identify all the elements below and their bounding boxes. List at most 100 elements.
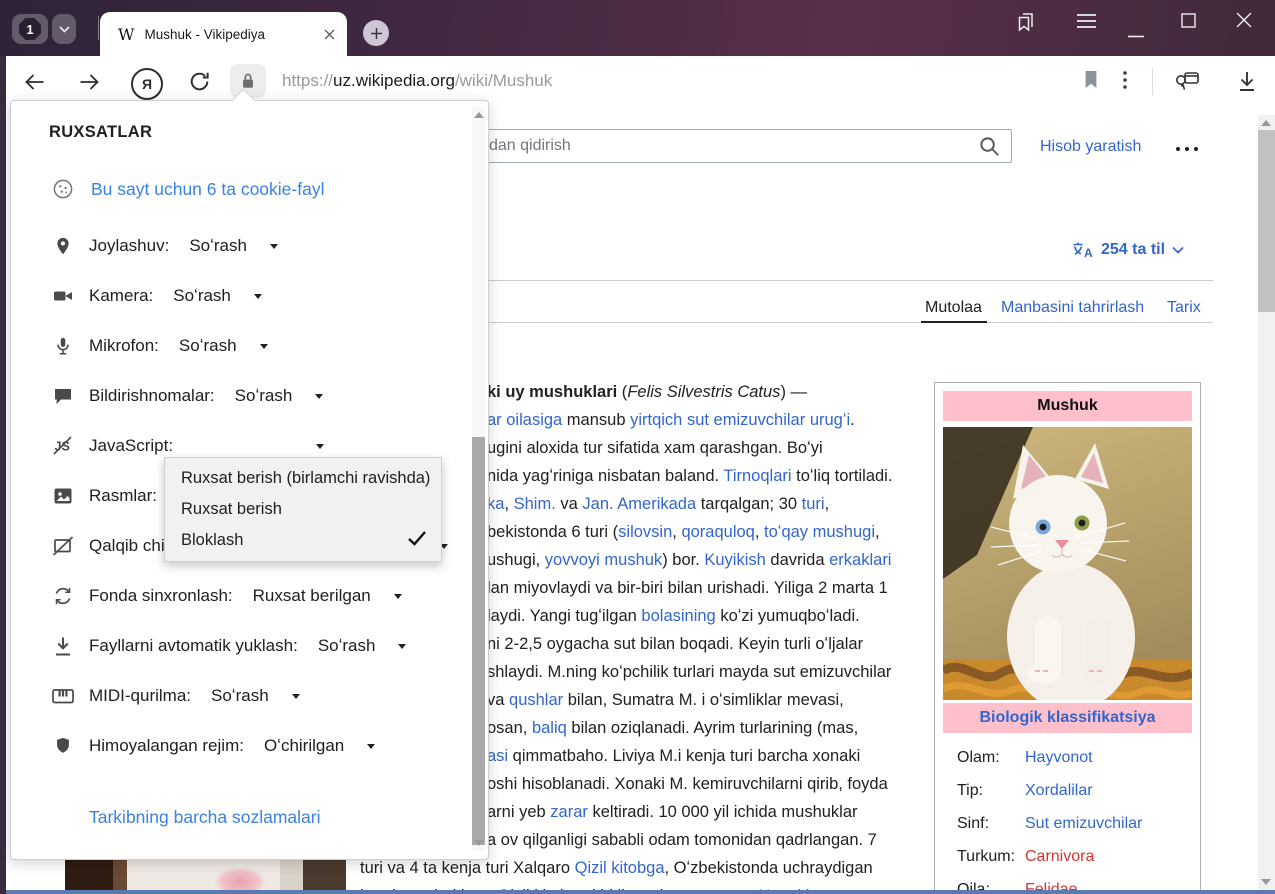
permission-value-dropdown[interactable]: Soʻrash: [179, 336, 237, 356]
classification-link[interactable]: Xordalilar: [1025, 782, 1093, 800]
panel-scrollbar[interactable]: [472, 107, 485, 851]
permission-value-dropdown[interactable]: Ruxsat berilgan: [253, 586, 371, 606]
all-content-settings-link[interactable]: Tarkibning barcha sozlamalari: [89, 807, 321, 828]
article-link[interactable]: baliq: [532, 719, 567, 737]
permission-label: Rasmlar:: [89, 486, 157, 506]
article-link[interactable]: erkaklari: [829, 551, 891, 569]
sidebar-panels-button[interactable]: [1014, 10, 1038, 39]
bookmark-page-button[interactable]: [1082, 69, 1100, 91]
wiki-tab-mutolaa[interactable]: Mutolaa: [925, 299, 982, 317]
permission-value-dropdown[interactable]: Soʻrash: [235, 386, 293, 406]
caret-down-icon[interactable]: [367, 744, 375, 749]
article-link[interactable]: ka: [487, 495, 504, 513]
tab-group-chevron-button[interactable]: [52, 14, 76, 44]
panel-scroll-down-icon[interactable]: [474, 840, 484, 846]
tab-group-control[interactable]: 1: [12, 14, 76, 44]
article-link[interactable]: qushlar: [509, 691, 563, 709]
page-scrollbar[interactable]: [1258, 115, 1275, 890]
article-link[interactable]: Tirnoqlari: [723, 467, 791, 485]
article-link[interactable]: Shim.: [514, 495, 556, 513]
article-link[interactable]: ar oilasiga: [487, 411, 562, 429]
scroll-down-arrow-icon[interactable]: [1261, 879, 1271, 885]
caret-down-icon[interactable]: [398, 644, 406, 649]
active-tab[interactable]: W Mushuk - Vikipediya: [100, 12, 347, 56]
article-text-line: nida yagʻriniga nisbatan baland. Tirnoql…: [487, 462, 892, 490]
reload-button[interactable]: [187, 69, 212, 94]
classification-link[interactable]: Carnivora: [1025, 848, 1094, 866]
address-bar-more-button[interactable]: [1122, 69, 1128, 91]
panel-scroll-up-icon[interactable]: [474, 112, 484, 118]
caret-down-icon[interactable]: [254, 294, 262, 299]
address-bar[interactable]: https://uz.wikipedia.org/wiki/Mushuk: [282, 71, 552, 91]
close-window-button[interactable]: [1236, 12, 1252, 33]
permission-label: Himoyalangan rejim:: [89, 736, 244, 756]
yandex-search-button[interactable]: Я: [131, 68, 163, 100]
article-link[interactable]: Qizil kitobga: [575, 859, 665, 877]
permission-value-dropdown[interactable]: Oʻchirilgan: [264, 736, 344, 756]
create-account-link[interactable]: Hisob yaratish: [1040, 138, 1141, 156]
article-link[interactable]: zarar: [550, 803, 588, 821]
yandex-ya-icon: Я: [142, 76, 152, 92]
wiki-tab-manbasini-tahrirlash[interactable]: Manbasini tahrirlash: [1001, 299, 1144, 317]
language-selector[interactable]: A 254 ta til: [1072, 241, 1184, 259]
article-link[interactable]: Kuyikish: [704, 551, 765, 569]
permission-row: Bildirishnomalar: Soʻrash: [51, 382, 323, 410]
caret-down-icon[interactable]: [315, 394, 323, 399]
page-scrollbar-thumb[interactable]: [1258, 130, 1275, 312]
article-link[interactable]: toʻqay mushugi: [764, 523, 875, 541]
article-text-line: laydi. Yangi tugʻilgan bolasining koʻzi …: [487, 602, 860, 630]
caret-down-icon[interactable]: [260, 344, 268, 349]
new-tab-button[interactable]: [363, 20, 389, 46]
classification-link[interactable]: Sut emizuvchilar: [1025, 815, 1142, 833]
menu-item[interactable]: Ruxsat berish (birlamchi ravishda): [165, 463, 441, 494]
forward-button[interactable]: [77, 70, 102, 94]
caret-down-icon[interactable]: [394, 594, 402, 599]
maximize-button[interactable]: [1181, 13, 1196, 33]
minimize-button[interactable]: [1128, 25, 1144, 43]
search-icon[interactable]: [978, 135, 1001, 163]
article-link[interactable]: yovvoyi mushuk: [545, 551, 662, 569]
panel-scrollbar-thumb[interactable]: [472, 437, 485, 845]
back-button[interactable]: [22, 70, 47, 94]
infobox-cat-image[interactable]: [943, 427, 1192, 700]
wiki-tab-tarix[interactable]: Tarix: [1167, 299, 1201, 317]
menu-item[interactable]: Bloklash: [165, 525, 441, 556]
browser-menu-button[interactable]: [1076, 13, 1097, 34]
tab-group-badge[interactable]: 1: [12, 14, 48, 44]
article-link[interactable]: Jan. Amerikada: [582, 495, 696, 513]
url-host: uz.wikipedia.org: [333, 71, 455, 90]
permission-label: Fonda sinxronlash:: [89, 586, 233, 606]
scroll-up-arrow-icon[interactable]: [1261, 120, 1271, 126]
bookmark-icon: [1082, 69, 1100, 91]
permission-value-dropdown[interactable]: Soʻrash: [189, 236, 247, 256]
cookies-link[interactable]: Bu sayt uchun 6 ta cookie-fayl: [91, 179, 324, 200]
background-sync-icon: [51, 584, 75, 608]
password-manager-button[interactable]: [1172, 67, 1202, 95]
article-link[interactable]: turi: [802, 495, 825, 513]
wiki-more-menu[interactable]: [1176, 147, 1198, 151]
article-link[interactable]: bolasining: [641, 607, 715, 625]
article-link[interactable]: silovsin: [618, 523, 672, 541]
permission-value-dropdown[interactable]: Soʻrash: [211, 686, 269, 706]
wiki-search-input[interactable]: dan qidirish: [400, 129, 1012, 163]
tab-close-icon[interactable]: [324, 29, 335, 40]
caret-down-icon[interactable]: [270, 244, 278, 249]
article-link[interactable]: yirtqich sut emizuvchilar urugʻi: [630, 411, 850, 429]
permission-value-dropdown[interactable]: Soʻrash: [173, 286, 231, 306]
article-image-fragment[interactable]: [65, 858, 346, 894]
article-link[interactable]: asi: [487, 747, 508, 765]
article-text-line: bekistonda 6 turi (silovsin, qoraquloq, …: [487, 518, 880, 546]
permission-value-dropdown[interactable]: Soʻrash: [318, 636, 376, 656]
menu-item[interactable]: Ruxsat berish: [165, 494, 441, 525]
downloads-button[interactable]: [1235, 69, 1259, 94]
caret-down-icon[interactable]: [316, 444, 324, 449]
classification-label: Turkum:: [957, 848, 1025, 866]
article-link[interactable]: qoraquloq: [681, 523, 754, 541]
article-text-line: ka, Shim. va Jan. Amerikada tarqalgan; 3…: [487, 490, 829, 518]
languages-icon: A: [1072, 241, 1094, 259]
caret-down-icon[interactable]: [292, 694, 300, 699]
javascript-permission-menu: Ruxsat berish (birlamchi ravishda) Ruxsa…: [164, 457, 442, 562]
article-text-line: shlaydi. M.ning koʻpchilik turlari mayda…: [487, 658, 891, 686]
permission-row: MIDI-qurilma: Soʻrash: [51, 682, 300, 710]
classification-link[interactable]: Hayvonot: [1025, 749, 1093, 767]
